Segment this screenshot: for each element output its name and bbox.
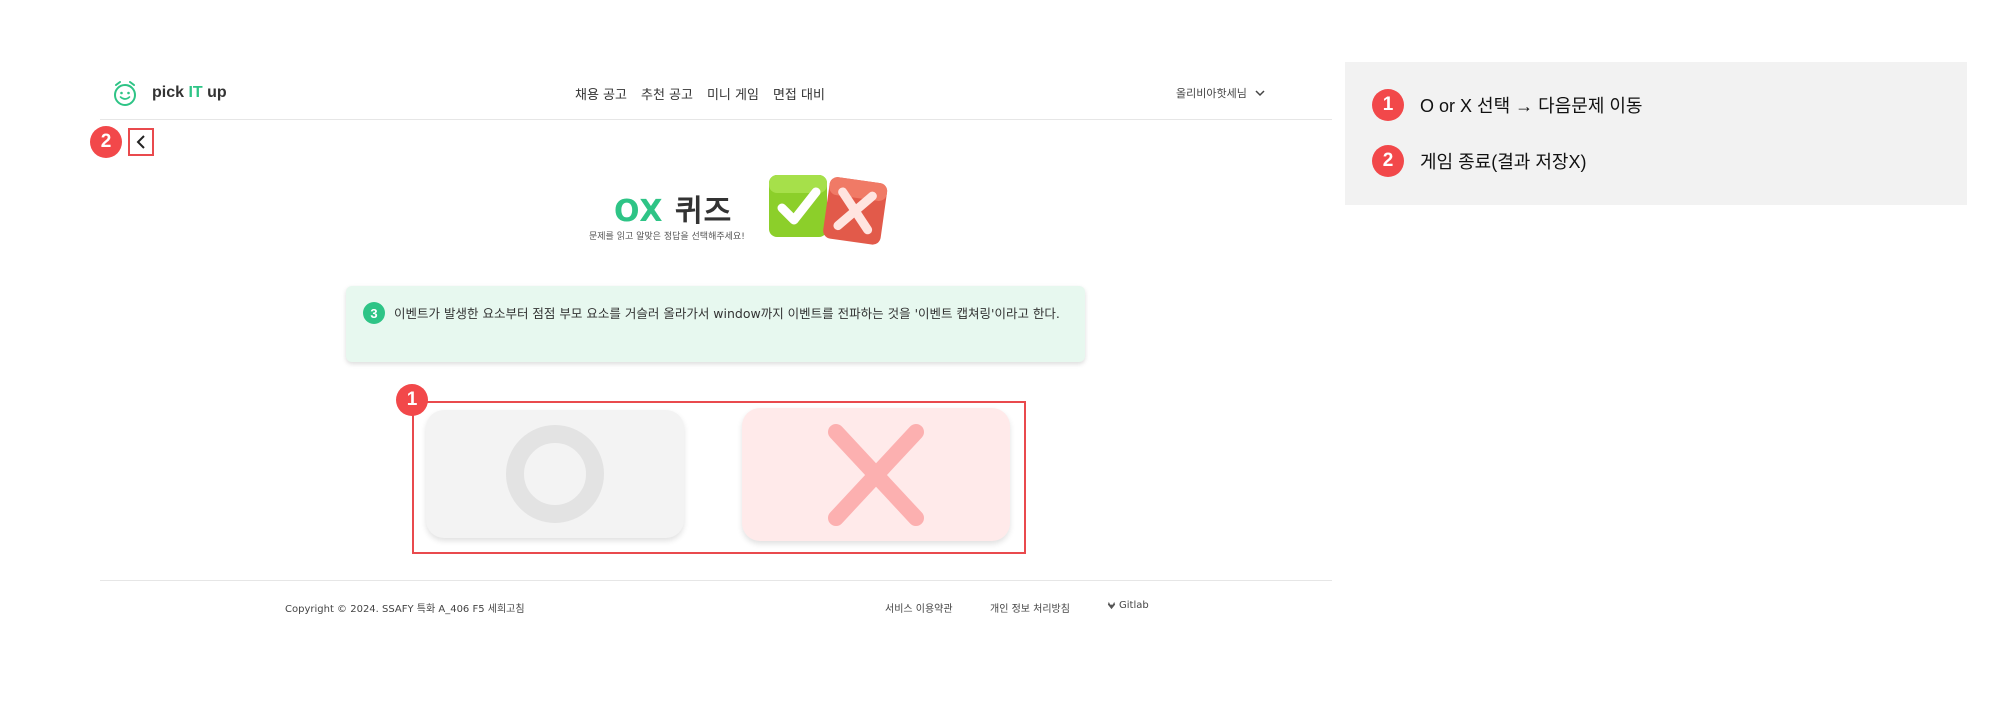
- answer-o-button[interactable]: [426, 410, 684, 538]
- chevron-left-icon: [136, 135, 145, 149]
- user-menu[interactable]: 올리비아핫세님: [1176, 85, 1265, 101]
- page-title: OX 퀴즈: [614, 194, 733, 229]
- annotation-badge-1: 1: [396, 384, 428, 416]
- annotation-panel-badge-1: 1: [1372, 89, 1404, 121]
- copyright-text: Copyright © 2024. SSAFY 특화 A_406 F5 세희고침: [285, 604, 525, 615]
- nav-item-minigame[interactable]: 미니 게임: [707, 84, 759, 103]
- question-box: [346, 286, 1085, 362]
- user-name: 올리비아핫세님: [1176, 87, 1247, 100]
- annotation-panel-badge-2: 2: [1372, 145, 1404, 177]
- annotation-text-1: O or X 선택 → 다음문제 이동: [1420, 96, 1643, 116]
- annotation-item: 1 O or X 선택 → 다음문제 이동: [1372, 89, 1643, 121]
- privacy-link[interactable]: 개인 정보 처리방침: [990, 600, 1070, 615]
- gitlab-icon: [1107, 601, 1116, 610]
- question-text: 이벤트가 발생한 요소부터 점점 부모 요소를 거슬러 올라가서 window까…: [394, 306, 1060, 321]
- back-button[interactable]: [128, 128, 154, 156]
- annotation-panel: 1 O or X 선택 → 다음문제 이동 2 게임 종료(결과 저장X): [1345, 62, 1967, 205]
- logo-text: pick IT up: [152, 84, 227, 101]
- annotation-badge-3: 3: [363, 302, 385, 324]
- nav-item-jobs[interactable]: 채용 공고: [575, 84, 627, 103]
- annotation-badge-2: 2: [90, 126, 122, 158]
- footer-divider: [100, 580, 1332, 581]
- nav-item-recommended[interactable]: 추천 공고: [641, 84, 693, 103]
- main-nav: 채용 공고 추천 공고 미니 게임 면접 대비: [575, 84, 825, 103]
- terms-link[interactable]: 서비스 이용약관: [885, 600, 953, 615]
- cross-x-icon: [828, 424, 924, 526]
- annotation-item: 2 게임 종료(결과 저장X): [1372, 145, 1586, 177]
- annotation-text-2: 게임 종료(결과 저장X): [1420, 152, 1587, 172]
- header-divider: [100, 119, 1332, 120]
- page-subtitle: 문제를 읽고 알맞은 정답을 선택해주세요!: [589, 232, 745, 242]
- alarm-clock-smile-icon: [114, 81, 136, 106]
- nav-item-interview[interactable]: 면접 대비: [773, 84, 825, 103]
- chevron-down-icon: [1255, 89, 1265, 96]
- logo[interactable]: pick IT up: [110, 78, 227, 108]
- answer-x-button[interactable]: [742, 408, 1010, 541]
- check-x-illustration-icon: [769, 175, 888, 245]
- gitlab-link[interactable]: Gitlab: [1107, 600, 1149, 611]
- circle-o-icon: [506, 425, 604, 523]
